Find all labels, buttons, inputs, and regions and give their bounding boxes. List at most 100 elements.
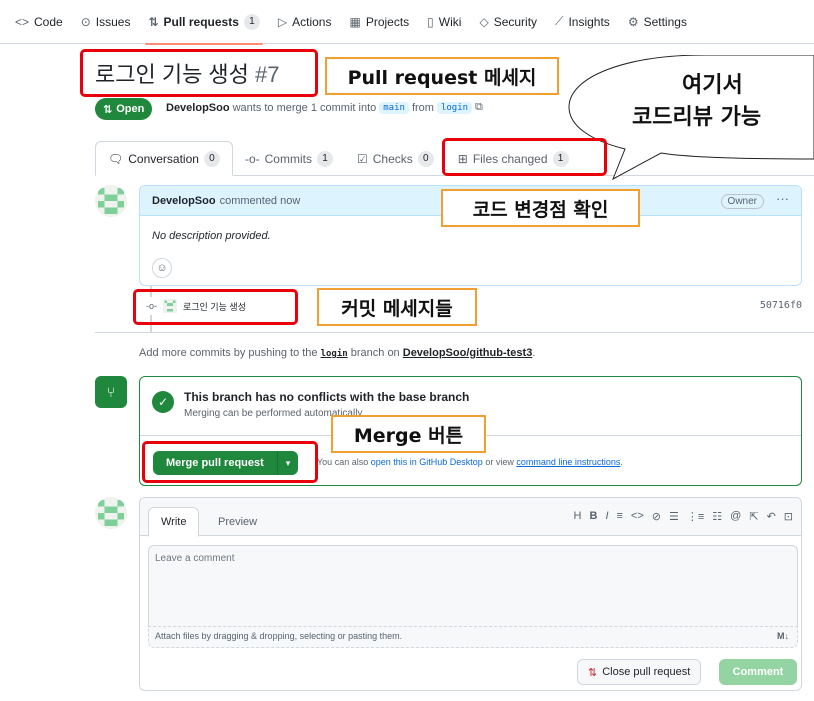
- pull-request-icon: ⇅: [148, 14, 159, 29]
- identicon-icon: [95, 185, 127, 217]
- close-pull-request-button[interactable]: ⇅ Close pull request: [577, 659, 702, 685]
- author-link[interactable]: DevelopSoo: [166, 102, 230, 114]
- nav-issues[interactable]: ⊙ Issues: [72, 0, 140, 44]
- nav-code[interactable]: <> Code: [6, 0, 72, 44]
- avatar[interactable]: [95, 185, 127, 217]
- bubble-line-2: 코드리뷰 가능: [632, 105, 762, 130]
- nav-wiki[interactable]: ▯ Wiki: [418, 0, 470, 44]
- quote-icon[interactable]: ≡: [617, 510, 623, 523]
- mention-icon[interactable]: @: [730, 510, 741, 523]
- attach-files-area[interactable]: Attach files by dragging & dropping, sel…: [148, 626, 798, 648]
- more-options-icon[interactable]: ···: [776, 191, 789, 206]
- bold-icon[interactable]: B: [589, 510, 597, 523]
- nav-pull-requests[interactable]: ⇅ Pull requests 1: [139, 0, 268, 45]
- tab-label: Conversation: [128, 151, 199, 166]
- comment-composer: Write Preview H B I ≡ <> ⊘ ☰ ⋮≡ ☷ @ ⇱ ↶ …: [139, 497, 802, 691]
- tab-write[interactable]: Write: [148, 507, 200, 537]
- repo-link[interactable]: DevelopSoo/github-test3: [403, 347, 533, 359]
- base-branch[interactable]: main: [379, 101, 409, 114]
- status-label: Open: [116, 103, 145, 115]
- push-hint: Add more commits by pushing to the login…: [139, 347, 535, 359]
- comment-button[interactable]: Comment: [719, 659, 797, 685]
- merge-alternatives: You can also open this in GitHub Desktop…: [317, 457, 623, 467]
- issues-icon: ⊙: [80, 14, 91, 29]
- checks-icon: ☑: [356, 151, 368, 166]
- nav-label: Pull requests: [163, 14, 239, 29]
- composer-tabs: Write Preview H B I ≡ <> ⊘ ☰ ⋮≡ ☷ @ ⇱ ↶ …: [140, 498, 801, 537]
- code-icon[interactable]: <>: [631, 510, 644, 523]
- annotation-merge-box: [142, 441, 318, 483]
- annotation-pr-message: Pull request 메세지: [325, 57, 559, 95]
- link-icon[interactable]: ⊘: [652, 510, 661, 523]
- commit-sha[interactable]: 50716f0: [760, 300, 802, 311]
- git-merge-icon: ⑂: [95, 376, 127, 408]
- nav-label: Insights: [568, 14, 610, 29]
- tab-count: 0: [203, 150, 220, 167]
- hint-prefix: Add more commits by pushing to the: [139, 347, 318, 359]
- hint-mid: branch on: [350, 347, 400, 359]
- hint-branch[interactable]: login: [321, 349, 348, 359]
- bubble-text: 여기서 코드리뷰 가능: [632, 70, 814, 134]
- nav-label: Code: [34, 14, 63, 29]
- tab-count: 0: [417, 150, 434, 167]
- pr-count-badge: 1: [243, 13, 260, 30]
- comment-action: commented now: [219, 194, 301, 207]
- identicon-icon: [95, 497, 127, 529]
- attach-text: Attach files by dragging & dropping, sel…: [155, 631, 403, 641]
- undo-icon[interactable]: ↶: [767, 510, 776, 523]
- nav-actions[interactable]: ▷ Actions: [269, 0, 341, 44]
- cli-instructions-link[interactable]: command line instructions: [516, 457, 620, 467]
- unordered-list-icon[interactable]: ☰: [669, 510, 679, 523]
- settings-icon: ⚙: [627, 14, 639, 29]
- comment-input[interactable]: Leave a comment: [148, 545, 798, 626]
- markdown-icon: M↓: [777, 631, 789, 641]
- security-icon: ◇: [479, 14, 489, 29]
- nav-security[interactable]: ◇ Security: [470, 0, 546, 44]
- annotation-code-changes: 코드 변경점 확인: [441, 189, 640, 227]
- pull-request-icon: ⇅: [103, 103, 113, 116]
- head-branch[interactable]: login: [436, 101, 473, 114]
- fullscreen-icon[interactable]: ⊡: [784, 510, 793, 523]
- nav-label: Wiki: [438, 14, 462, 29]
- bubble-line-1: 여기서: [682, 73, 743, 98]
- annotation-merge-button: Merge 버튼: [331, 415, 486, 453]
- close-label: Close pull request: [602, 666, 691, 678]
- conversation-icon: 🗨: [108, 151, 124, 166]
- actions-icon: ▷: [277, 14, 288, 29]
- tab-preview[interactable]: Preview: [206, 507, 269, 537]
- ordered-list-icon[interactable]: ⋮≡: [687, 510, 704, 523]
- annotation-commit-messages: 커밋 메세지들: [317, 288, 477, 326]
- markdown-toolbar: H B I ≡ <> ⊘ ☰ ⋮≡ ☷ @ ⇱ ↶ ⊡: [574, 510, 793, 523]
- tab-label: Checks: [372, 151, 413, 166]
- insights-icon: ⟋: [555, 14, 564, 28]
- pr-meta: DevelopSoo wants to merge 1 commit into …: [166, 101, 483, 114]
- tab-conversation[interactable]: 🗨 Conversation 0: [95, 141, 233, 176]
- heading-icon[interactable]: H: [574, 510, 582, 523]
- annotation-commit-box: [133, 289, 298, 325]
- nav-insights[interactable]: ⟋ Insights: [546, 0, 619, 44]
- task-list-icon[interactable]: ☷: [712, 510, 722, 523]
- nav-label: Actions: [292, 14, 332, 29]
- italic-icon[interactable]: I: [605, 510, 608, 523]
- nav-label: Security: [493, 14, 538, 29]
- nav-label: Issues: [95, 14, 131, 29]
- copy-icon[interactable]: ⧉: [475, 101, 483, 114]
- annotation-files-changed-box: [442, 138, 607, 176]
- comment-author[interactable]: DevelopSoo: [152, 195, 216, 207]
- tab-commits[interactable]: -o- Commits 1: [233, 141, 345, 176]
- add-reaction-button[interactable]: ☺: [152, 258, 172, 278]
- tab-checks[interactable]: ☑ Checks 0: [345, 141, 446, 176]
- merge-status-title: This branch has no conflicts with the ba…: [184, 390, 470, 404]
- open-desktop-link[interactable]: open this in GitHub Desktop: [371, 457, 483, 467]
- nav-settings[interactable]: ⚙ Settings: [619, 0, 696, 44]
- from-text: from: [411, 101, 434, 114]
- code-icon: <>: [15, 14, 30, 29]
- nav-projects[interactable]: ▦ Projects: [340, 0, 418, 44]
- hint-suffix: .: [532, 347, 536, 359]
- merge-text: wants to merge 1 commit into: [232, 101, 377, 114]
- avatar[interactable]: [95, 497, 127, 529]
- reference-icon[interactable]: ⇱: [749, 510, 758, 523]
- owner-badge: Owner: [720, 194, 764, 209]
- check-icon: ✓: [152, 391, 174, 413]
- alt-mid: or view: [485, 457, 514, 467]
